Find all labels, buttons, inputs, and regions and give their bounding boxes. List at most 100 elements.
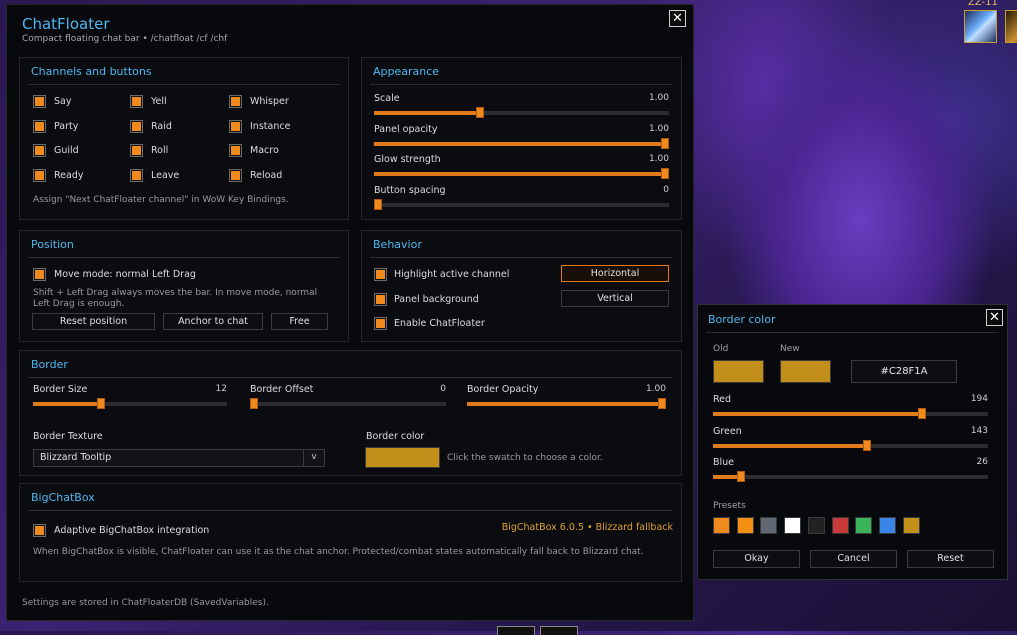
move-mode-checkbox[interactable]: [33, 268, 46, 281]
appearance-scale-slider[interactable]: [374, 107, 669, 118]
close-button[interactable]: ✕: [669, 10, 686, 27]
preset-swatch[interactable]: [831, 517, 849, 534]
color-green-thumb[interactable]: [863, 440, 872, 451]
preset-swatch[interactable]: [807, 517, 825, 534]
appearance-glow-strength-thumb[interactable]: [661, 168, 669, 179]
border-border-size-slider[interactable]: [33, 398, 227, 409]
channel-say-label: Say: [54, 96, 72, 107]
channel-leave-label: Leave: [151, 170, 180, 181]
border-border-opacity-thumb[interactable]: [658, 398, 666, 409]
color-green-value: 143: [970, 426, 988, 436]
channels-panel: Channels and buttons Say Yell Whisper Party…: [19, 57, 349, 220]
chevron-down-icon: v: [303, 450, 324, 466]
border-border-offset-slider[interactable]: [250, 398, 446, 409]
item-icon[interactable]: [1005, 10, 1017, 43]
free-button[interactable]: Free: [271, 313, 328, 330]
channel-party-checkbox[interactable]: [33, 120, 46, 133]
horizontal-button[interactable]: Horizontal: [561, 265, 669, 282]
border-color-label: Border color: [366, 431, 425, 442]
enable-chatfloater-label: Enable ChatFloater: [394, 318, 485, 329]
color-red-thumb[interactable]: [918, 408, 927, 419]
appearance-button-spacing-value: 0: [663, 185, 669, 195]
channel-ready-label: Ready: [54, 170, 84, 181]
channel-reload-checkbox[interactable]: [229, 169, 242, 182]
appearance-panel-opacity-thumb[interactable]: [661, 138, 669, 149]
border-border-offset-thumb[interactable]: [250, 398, 258, 409]
channel-raid-checkbox[interactable]: [130, 120, 143, 133]
panel-background-label: Panel background: [394, 294, 479, 305]
channel-ready-checkbox[interactable]: [33, 169, 46, 182]
appearance-scale-thumb[interactable]: [476, 107, 485, 118]
behavior-panel: Behavior Highlight active channel Panel …: [361, 230, 682, 342]
hex-input[interactable]: #C28F1A: [851, 360, 957, 383]
divider: [28, 377, 673, 378]
new-color-swatch: [780, 360, 831, 383]
channels-note: Assign "Next ChatFloater channel" in WoW…: [33, 195, 289, 205]
bigchatbox-note: When BigChatBox is visible, ChatFloater …: [33, 547, 644, 557]
channel-instance-checkbox[interactable]: [229, 120, 242, 133]
color-blue-slider[interactable]: [713, 471, 988, 482]
adaptive-bigchatbox-checkbox[interactable]: [33, 524, 46, 537]
color-red-fill: [713, 412, 923, 416]
color-green-slider[interactable]: [713, 440, 988, 451]
appearance-button-spacing-thumb[interactable]: [374, 199, 382, 210]
appearance-panel-opacity-value: 1.00: [648, 124, 669, 134]
color-green-fill: [713, 444, 868, 448]
preset-swatch[interactable]: [878, 517, 896, 534]
reset-button[interactable]: Reset: [907, 550, 994, 568]
cancel-button[interactable]: Cancel: [810, 550, 897, 568]
highlight-active-label: Highlight active channel: [394, 269, 510, 280]
channel-guild-checkbox[interactable]: [33, 144, 46, 157]
appearance-scale-fill: [374, 111, 481, 115]
preset-swatch[interactable]: [760, 517, 778, 534]
old-label: Old: [713, 344, 729, 354]
reset-position-button[interactable]: Reset position: [32, 313, 155, 330]
border-color-swatch[interactable]: [365, 447, 440, 468]
position-panel: Position Move mode: normal Left Drag Shi…: [19, 230, 349, 342]
channel-say-checkbox[interactable]: [33, 95, 46, 108]
channel-macro-checkbox[interactable]: [229, 144, 242, 157]
border-color-dialog: Border color ✕ Old New #C28F1A Red 194 Gre…: [697, 304, 1008, 580]
appearance-panel: Appearance Scale 1.00 Panel opacity 1.00 Glo…: [361, 57, 682, 220]
footer-note: Settings are stored in ChatFloaterDB (Sa…: [22, 598, 269, 608]
channel-whisper-checkbox[interactable]: [229, 95, 242, 108]
anchor-to-chat-button[interactable]: Anchor to chat: [163, 313, 263, 330]
border-border-size-thumb[interactable]: [96, 398, 105, 409]
divider: [28, 257, 340, 258]
crystal-icon[interactable]: [964, 10, 997, 43]
color-blue-thumb[interactable]: [737, 471, 746, 482]
dialog-close-button[interactable]: ✕: [986, 309, 1003, 326]
color-red-slider[interactable]: [713, 408, 988, 419]
preset-swatch[interactable]: [902, 517, 920, 534]
border-color-hint: Click the swatch to choose a color.: [447, 453, 603, 463]
window-subtitle: Compact floating chat bar • /chatfloat /…: [22, 34, 228, 44]
appearance-panel-opacity-fill: [374, 142, 669, 146]
border-border-opacity-slider[interactable]: [467, 398, 666, 409]
channel-yell-checkbox[interactable]: [130, 95, 143, 108]
bigchatbox-panel: BigChatBox Adaptive BigChatBox integrati…: [19, 483, 682, 582]
dialog-title: Border color: [708, 313, 776, 326]
preset-swatch[interactable]: [855, 517, 873, 534]
divider: [370, 84, 673, 85]
divider: [28, 84, 340, 85]
channel-leave-checkbox[interactable]: [130, 169, 143, 182]
border-border-opacity-value: 1.00: [645, 384, 666, 394]
appearance-panel-opacity-slider[interactable]: [374, 138, 669, 149]
border-texture-dropdown[interactable]: Blizzard Tooltip v: [33, 449, 325, 467]
border-border-offset-value: 0: [440, 384, 446, 394]
preset-swatch[interactable]: [784, 517, 802, 534]
color-red-value: 194: [970, 394, 988, 404]
vertical-button[interactable]: Vertical: [561, 290, 669, 307]
highlight-active-checkbox[interactable]: [374, 268, 387, 281]
preset-swatch[interactable]: [713, 517, 730, 534]
divider: [706, 332, 999, 333]
okay-button[interactable]: Okay: [713, 550, 800, 568]
appearance-glow-strength-slider[interactable]: [374, 168, 669, 179]
enable-chatfloater-checkbox[interactable]: [374, 317, 387, 330]
preset-swatch[interactable]: [736, 517, 754, 534]
appearance-button-spacing-slider[interactable]: [374, 199, 669, 210]
channel-roll-label: Roll: [151, 145, 169, 156]
channel-roll-checkbox[interactable]: [130, 144, 143, 157]
panel-background-checkbox[interactable]: [374, 293, 387, 306]
divider: [28, 510, 673, 511]
